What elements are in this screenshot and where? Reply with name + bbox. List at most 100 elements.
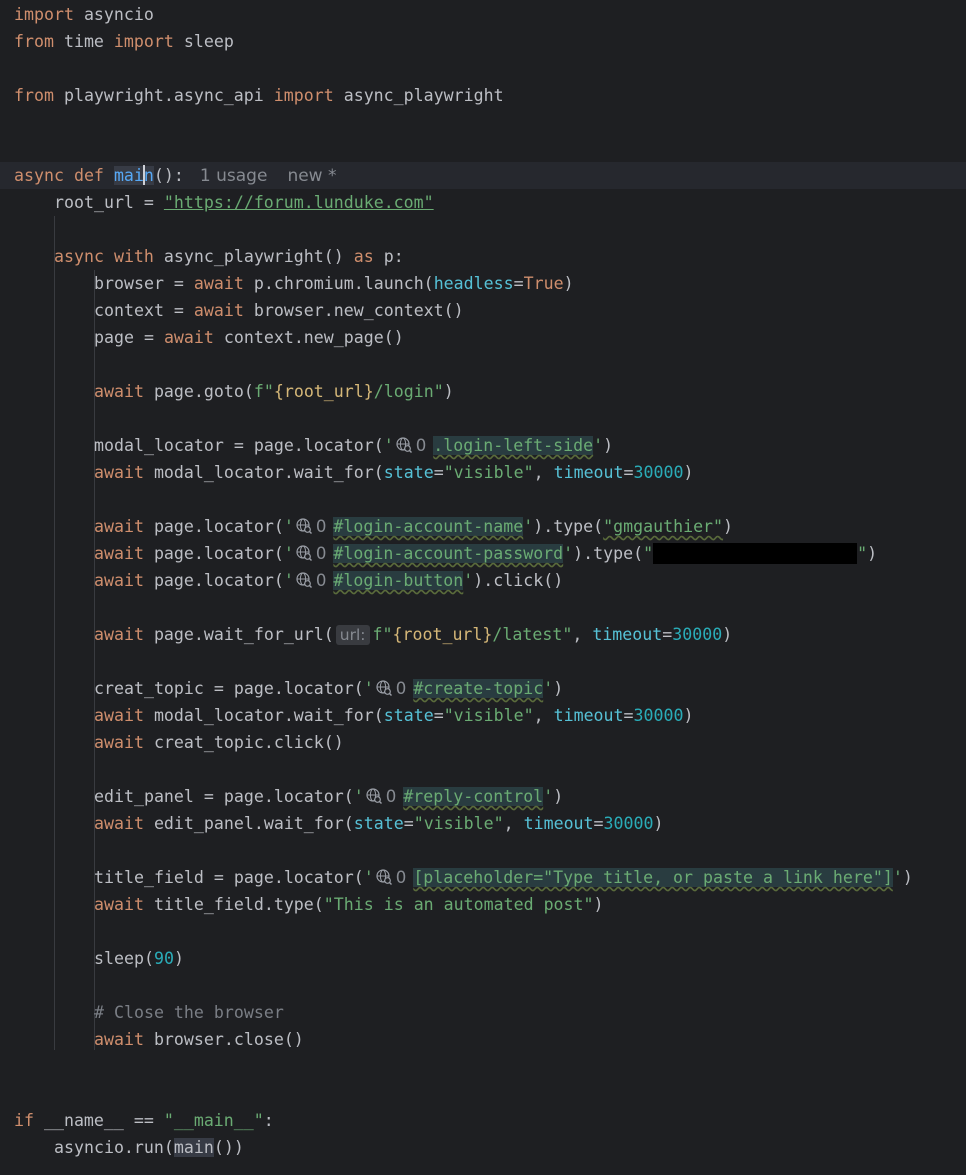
string: /login"	[373, 382, 444, 401]
code-text: sleep(	[94, 949, 154, 968]
code-line[interactable]: modal_locator = page.locator(' 0 .login-le…	[0, 432, 966, 459]
locator-count[interactable]: 0	[386, 787, 397, 806]
string: f"	[372, 625, 393, 644]
css-selector[interactable]: #login-account-name	[333, 517, 524, 536]
code-text: edit_panel = page.locator(	[94, 787, 354, 806]
code-text: page.locator(	[143, 544, 284, 563]
number: 30000	[672, 625, 723, 644]
code-line[interactable]: await page.wait_for_url(url: f"{root_url}…	[0, 621, 966, 648]
code-text: p.chromium.launch(	[243, 274, 434, 293]
code-text: modal_locator.wait_for(	[143, 706, 384, 725]
code-text: =	[662, 625, 673, 644]
code-text: p:	[373, 247, 404, 266]
locator-globe-icon[interactable]	[396, 437, 412, 453]
code-line[interactable]: await page.goto(f"{root_url}/login")	[0, 378, 966, 405]
code-text: browser =	[94, 274, 194, 293]
author-hint[interactable]: new *	[287, 166, 336, 186]
code-line[interactable]: from playwright.async_api import async_p…	[0, 82, 966, 109]
string: "This is an automated post"	[323, 895, 594, 914]
code-text: creat_topic.click()	[143, 733, 344, 752]
locator-count[interactable]: 0	[316, 571, 327, 590]
usages-hint[interactable]: 1 usage	[200, 166, 268, 186]
locator-count[interactable]: 0	[316, 544, 327, 563]
code-line[interactable]: await page.locator( ' 0 #login-account-name…	[0, 513, 966, 540]
locator-count[interactable]: 0	[416, 436, 427, 455]
code-line-current[interactable]: async def main(): 1 usage new *	[0, 162, 966, 189]
code-line[interactable]: from time import sleep	[0, 28, 966, 55]
keyword: await	[163, 328, 214, 347]
code-text: title_field = page.locator(	[94, 868, 364, 887]
css-selector[interactable]: .login-left-side	[433, 436, 594, 455]
code-line[interactable]: import asyncio	[0, 1, 966, 28]
code-line[interactable]: creat_topic = page.locator(' 0 #create-top…	[0, 675, 966, 702]
code-line[interactable]: root_url = "https://forum.lunduke.com"	[0, 189, 966, 216]
code-line[interactable]: page = await context.new_page()	[0, 324, 966, 351]
keyword: async	[14, 166, 64, 185]
code-line[interactable]: await edit_panel.wait_for(state="visible…	[0, 810, 966, 837]
code-line[interactable]: if __name__ == "__main__":	[0, 1107, 966, 1134]
code-line[interactable]: title_field = page.locator(' 0 [placeholde…	[0, 864, 966, 891]
code-line[interactable]: await modal_locator.wait_for(state="visi…	[0, 702, 966, 729]
locator-globe-icon[interactable]	[296, 545, 312, 561]
code-text: context.new_page()	[213, 328, 404, 347]
locator-count[interactable]: 0	[396, 679, 407, 698]
code-text: asyncio.run(	[54, 1138, 174, 1157]
code-line[interactable]: await modal_locator.wait_for(state="visi…	[0, 459, 966, 486]
code-line[interactable]: asyncio.run(main())	[0, 1134, 966, 1161]
locator-count[interactable]: 0	[316, 517, 327, 536]
locator-globe-icon[interactable]	[296, 518, 312, 534]
css-selector[interactable]: #reply-control	[403, 787, 544, 806]
code-text: page.wait_for_url(	[143, 625, 334, 644]
code-editor[interactable]: import asyncio from time import sleep fr…	[0, 0, 966, 1175]
locator-globe-icon[interactable]	[366, 788, 382, 804]
function-name[interactable]: main	[113, 165, 154, 185]
code-line[interactable]: context = await browser.new_context()	[0, 297, 966, 324]
string: '	[523, 517, 534, 536]
code-line[interactable]: await creat_topic.click()	[0, 729, 966, 756]
number: 30000	[603, 814, 654, 833]
locator-count[interactable]: 0	[396, 868, 407, 887]
string: "	[857, 544, 868, 563]
code-text: time	[53, 32, 114, 51]
code-text: )	[867, 544, 878, 563]
named-argument: state	[353, 814, 404, 833]
keyword: async	[54, 247, 104, 266]
locator-globe-icon[interactable]	[376, 869, 392, 885]
css-selector[interactable]: #login-account-password	[333, 544, 564, 563]
string: '	[543, 787, 554, 806]
keyword: await	[94, 814, 144, 833]
code-line[interactable]: sleep(90)	[0, 945, 966, 972]
code-text: )	[723, 517, 734, 536]
code-line[interactable]: await browser.close()	[0, 1026, 966, 1053]
code-line[interactable]: browser = await p.chromium.launch(headle…	[0, 270, 966, 297]
css-selector[interactable]: [placeholder="Type title, or paste a lin…	[413, 868, 893, 887]
function-reference[interactable]: main	[173, 1138, 214, 1157]
keyword: import	[113, 32, 174, 51]
keyword: as	[353, 247, 374, 266]
string: '	[563, 544, 574, 563]
string: /latest"	[492, 625, 573, 644]
code-line[interactable]: edit_panel = page.locator( ' 0 #reply-contr…	[0, 783, 966, 810]
code-text: ,	[503, 814, 524, 833]
string: '	[543, 679, 554, 698]
keyword: await	[94, 517, 144, 536]
code-line[interactable]: await page.locator(' 0 #login-button').cli…	[0, 567, 966, 594]
locator-globe-icon[interactable]	[296, 572, 312, 588]
code-text: ).type(	[533, 517, 604, 536]
code-line[interactable]: await title_field.type("This is an autom…	[0, 891, 966, 918]
code-text: )	[553, 679, 564, 698]
keyword: from	[14, 32, 54, 51]
code-line[interactable]: # Close the browser	[0, 999, 966, 1026]
code-text: page.locator(	[143, 517, 284, 536]
code-line[interactable]: async with async_playwright() as p:	[0, 243, 966, 270]
url-string[interactable]: "https://forum.lunduke.com"	[164, 193, 434, 212]
code-line[interactable]: await page.locator(' 0 #login-account-pass…	[0, 540, 966, 567]
string: "visible"	[443, 463, 534, 482]
css-selector[interactable]: #login-button	[333, 571, 464, 590]
css-selector[interactable]: #create-topic	[413, 679, 544, 698]
redacted-password	[653, 543, 858, 564]
locator-globe-icon[interactable]	[376, 680, 392, 696]
code-text: )	[722, 625, 733, 644]
